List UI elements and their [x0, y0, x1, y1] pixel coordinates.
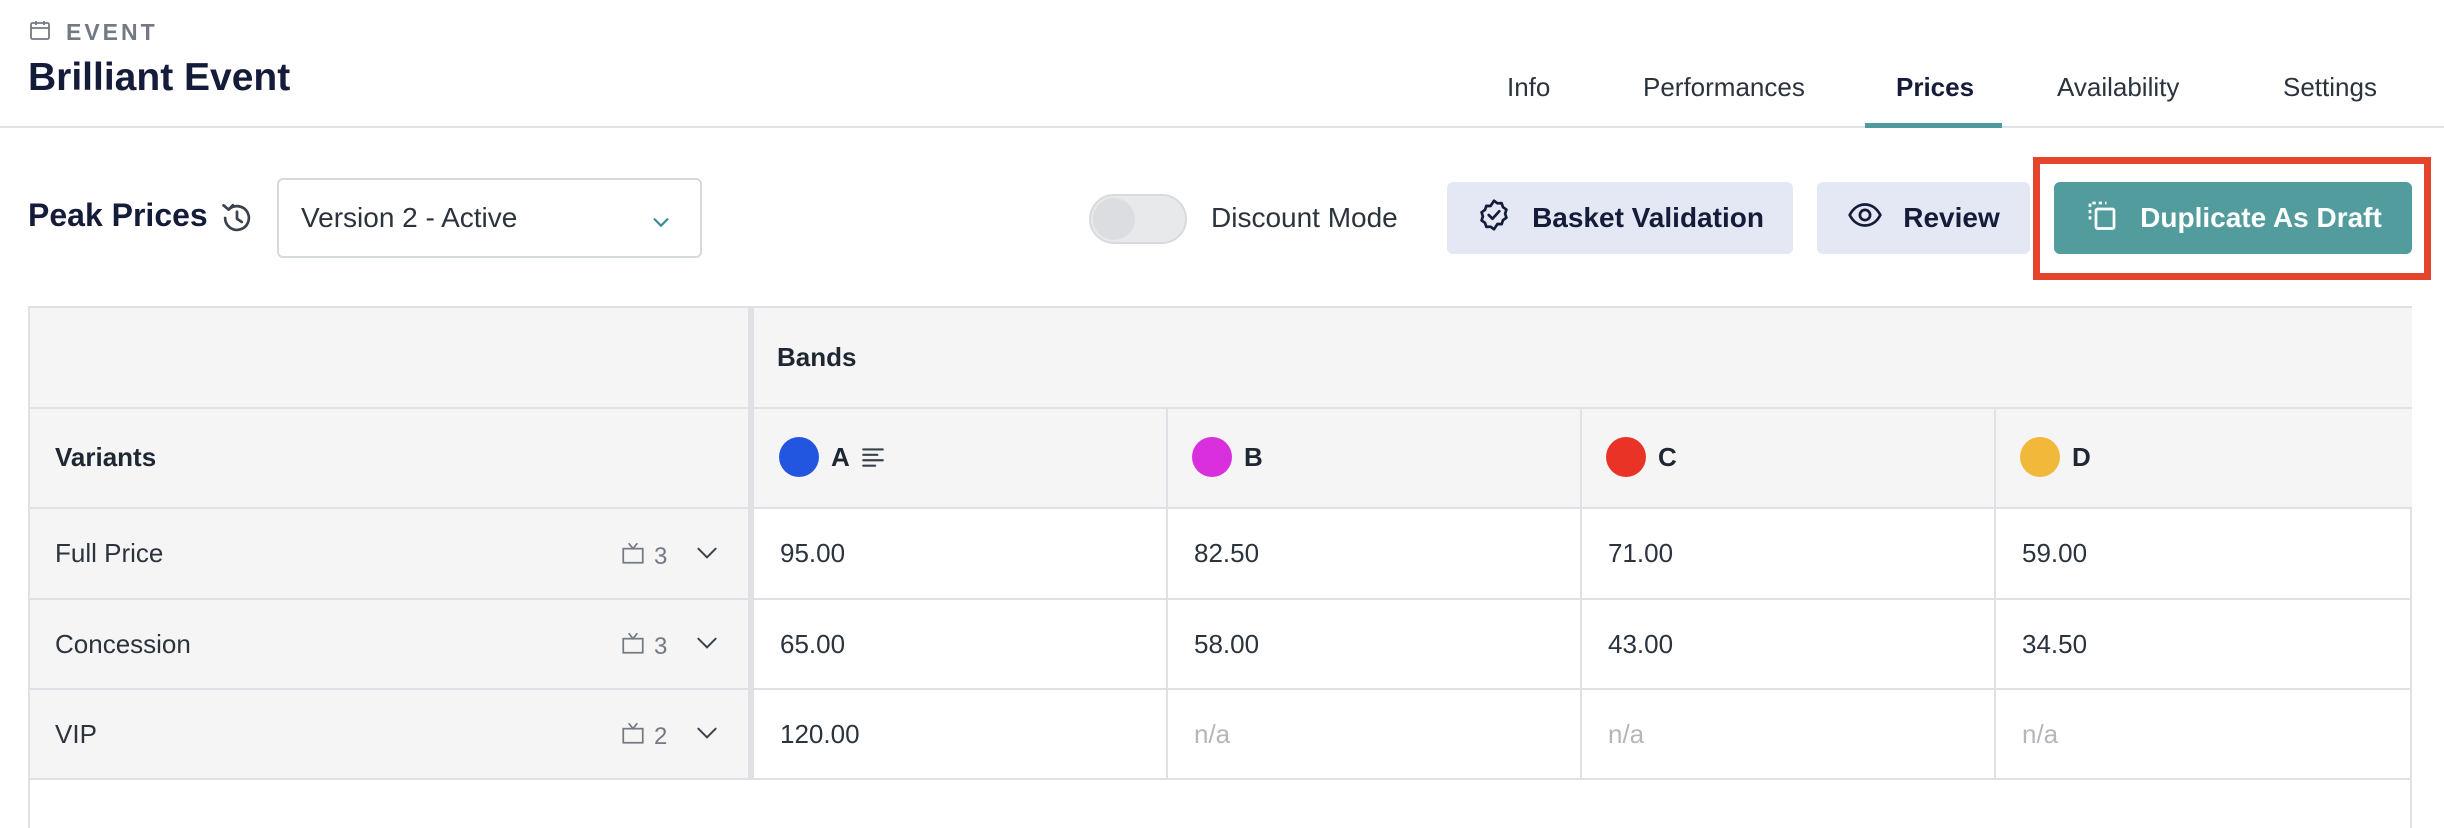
grid-line — [1994, 407, 1996, 778]
basket-validation-label: Basket Validation — [1532, 202, 1764, 233]
calendar-icon — [28, 18, 52, 47]
chevron-down-icon[interactable] — [694, 540, 720, 566]
band-header-c[interactable]: C — [1582, 407, 1994, 507]
price-cell[interactable]: 34.50 — [2022, 600, 2402, 688]
band-name: A — [831, 441, 850, 472]
tab-bar: Info Performances Prices Availability Se… — [0, 60, 2444, 128]
chevron-down-icon[interactable] — [694, 630, 720, 656]
band-name: C — [1658, 441, 1677, 472]
chevron-down-icon[interactable] — [694, 720, 720, 746]
channel-icon — [620, 720, 646, 753]
variant-name: Full Price — [55, 538, 164, 568]
price-set-title: Peak Prices — [28, 197, 208, 233]
basket-validation-button[interactable]: Basket Validation — [1447, 182, 1793, 254]
grid-line — [30, 688, 2412, 690]
discount-mode-label: Discount Mode — [1211, 202, 1398, 233]
variant-name: VIP — [55, 718, 97, 749]
variant-channel-count: 3 — [620, 630, 667, 663]
toggle-knob — [1093, 198, 1135, 240]
grid-line — [30, 778, 2412, 780]
price-cell[interactable]: 120.00 — [780, 690, 1160, 778]
review-label: Review — [1903, 202, 2000, 233]
price-cell[interactable]: 65.00 — [780, 600, 1160, 688]
tab-availability[interactable]: Availability — [2057, 72, 2179, 103]
band-color-dot — [779, 437, 819, 477]
price-cell-na[interactable]: n/a — [1608, 690, 1988, 778]
version-select-value: Version 2 - Active — [301, 202, 518, 233]
price-table: Bands Variants A B C D Full Price 3 95.0… — [28, 306, 2412, 828]
page-header: EVENT Brilliant Event Info Performances … — [0, 0, 2444, 128]
version-select[interactable]: Version 2 - Active — [277, 178, 702, 258]
price-cell[interactable]: 59.00 — [2022, 509, 2402, 598]
tab-performances[interactable]: Performances — [1643, 72, 1805, 103]
grid-line — [748, 308, 754, 778]
tab-prices[interactable]: Prices — [1896, 72, 1974, 103]
variant-channel-count: 2 — [620, 720, 667, 753]
corner-cell — [30, 308, 750, 407]
price-cell[interactable]: 82.50 — [1194, 509, 1574, 598]
band-color-dot — [1606, 437, 1646, 477]
band-name: D — [2072, 441, 2091, 472]
review-button[interactable]: Review — [1817, 182, 2030, 254]
grid-line — [1166, 407, 1168, 778]
price-cell-na[interactable]: n/a — [2022, 690, 2402, 778]
price-cell[interactable]: 95.00 — [780, 509, 1160, 598]
chevron-down-icon — [650, 208, 672, 230]
bands-header: Bands — [750, 308, 2412, 407]
band-header-d[interactable]: D — [1996, 407, 2412, 507]
grid-line — [30, 507, 2412, 509]
channel-icon — [620, 540, 646, 573]
variant-channel-count: 3 — [620, 540, 667, 573]
tab-settings[interactable]: Settings — [2283, 72, 2377, 103]
band-header-a[interactable]: A — [752, 407, 1166, 507]
variant-name: Concession — [55, 628, 191, 659]
band-name: B — [1244, 441, 1263, 472]
grid-line — [1580, 407, 1582, 778]
band-color-dot — [1192, 437, 1232, 477]
grid-line — [30, 407, 2412, 409]
price-cell[interactable]: 71.00 — [1608, 509, 1988, 598]
band-color-dot — [2020, 437, 2060, 477]
channel-icon — [620, 630, 646, 663]
highlight-box — [2033, 157, 2431, 280]
tab-info[interactable]: Info — [1507, 72, 1550, 103]
breadcrumb: EVENT — [28, 18, 158, 47]
description-lines-icon[interactable] — [860, 444, 886, 470]
breadcrumb-label: EVENT — [66, 19, 158, 45]
discount-mode-toggle[interactable] — [1089, 194, 1187, 244]
history-icon[interactable] — [218, 199, 256, 237]
badge-check-icon — [1476, 197, 1512, 240]
price-cell-na[interactable]: n/a — [1194, 690, 1574, 778]
price-cell[interactable]: 58.00 — [1194, 600, 1574, 688]
grid-line — [30, 598, 2412, 600]
band-header-b[interactable]: B — [1168, 407, 1580, 507]
eye-icon — [1847, 197, 1883, 240]
price-cell[interactable]: 43.00 — [1608, 600, 1988, 688]
active-tab-indicator — [1865, 123, 2002, 128]
variants-header: Variants — [30, 407, 750, 507]
